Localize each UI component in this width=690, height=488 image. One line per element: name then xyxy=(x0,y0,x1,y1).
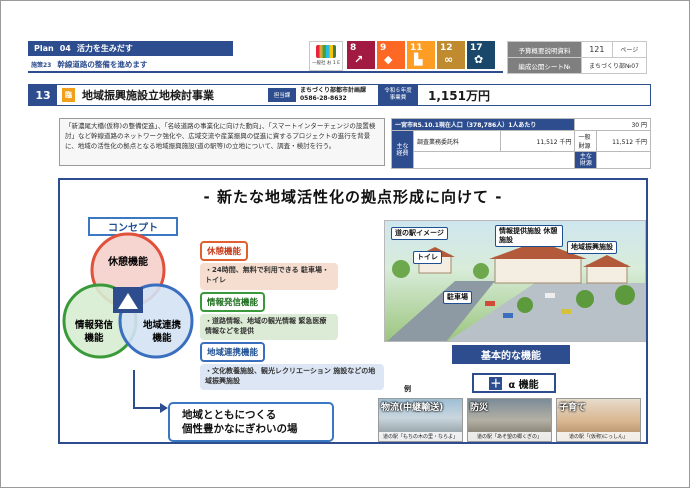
plan-header-bar: Plan 04 活力を生みだす xyxy=(28,41,233,56)
policy-title: 幹線道路の整備を進めます xyxy=(57,60,148,69)
cost-table: 一宮市R5.10.1現在人口（378,786人）1人あたり 30 円 主な経費 … xyxy=(390,118,651,169)
plan-label: Plan xyxy=(34,44,54,53)
budget-amount: 1,151万円 xyxy=(428,88,490,103)
funding-value: 11,512 千円 xyxy=(596,130,651,152)
department-name: まちづくり部都市計画課 xyxy=(300,87,367,94)
illustration-panel: - 新たな地域活性化の拠点形成に向けて - コンセプト 休憩機能 情報発信 機能… xyxy=(58,178,648,444)
project-summary: 「新濃尾大橋(仮称)の整備促進」、「名岐道路の事業化に向けた動向」、「スマートイ… xyxy=(59,118,385,166)
phone-number: 0586-28-8632 xyxy=(300,95,347,102)
plan-title: 活力を生みだす xyxy=(76,44,133,53)
concept-venn-diagram: 休憩機能 情報発信 機能 地域連携 機能 xyxy=(62,232,194,359)
rest-function-title: 休憩機能 xyxy=(200,241,249,261)
sdgs-logo: 一般社 お 1 E xyxy=(309,41,343,71)
slogan-box: 地域とともにつくる 個性豊かなにぎわいの場 xyxy=(168,402,334,442)
plan-number: 04 xyxy=(59,44,71,53)
main-costs-label: 主な経費 xyxy=(391,130,414,169)
project-title-row: 13 臨 地域振興施設立地検討事業 担当課 まちづくり部都市計画課 0586-2… xyxy=(28,84,651,106)
policy-tag: 施策23 xyxy=(31,62,52,69)
example-logistics: 物流(中継輸送) 道の駅「もちの木の里・ならよ」 xyxy=(378,398,463,442)
contact-label: 担当課 xyxy=(268,88,296,102)
population-row: 一宮市R5.10.1現在人口（378,786人）1人あたり xyxy=(390,118,576,131)
scene-promo-label: 地域振興施設 xyxy=(567,241,617,254)
per-person-cost: 30 円 xyxy=(574,118,651,131)
sdg-goal-17-icon: 17 ✿ xyxy=(467,41,495,69)
scene-toilet-label: トイレ xyxy=(413,251,442,264)
venn-info-label-1: 情報発信 xyxy=(74,319,114,331)
scene-parking-label: 駐車場 xyxy=(443,291,472,304)
example-disaster-prevention: 防災 道の駅「あそ望の郷くぎの」 xyxy=(467,398,552,442)
sdg-goal-11-icon: 11 ▙ xyxy=(407,41,435,69)
doc-label: 予算概要説明資料 xyxy=(507,41,582,58)
budget-document-page: Plan 04 活力を生みだす 施策23 幹線道路の整備を進めます 一般社 お … xyxy=(0,0,690,488)
page-unit: ページ xyxy=(611,41,648,58)
link-function-desc: ・文化教養施設、観光レクリエーション 施設などの地域振興施設 xyxy=(200,364,384,390)
info-function-title: 情報発信機能 xyxy=(200,292,266,312)
sdg-goal-8-icon: 8 ↗ xyxy=(347,41,375,69)
contact-info: まちづくり部都市計画課 0586-28-8632 xyxy=(300,87,374,103)
project-badge: 臨 xyxy=(62,88,75,102)
venn-rest-label: 休憩機能 xyxy=(107,255,148,268)
basic-functions-label: 基本的な機能 xyxy=(452,345,570,364)
slogan-line-1: 地域とともにつくる xyxy=(182,409,277,421)
venn-link-label-2: 機能 xyxy=(152,332,172,344)
budget-label: 令和６年度 事業費 xyxy=(378,85,418,105)
project-number: 13 xyxy=(29,85,57,105)
main-funding-label: 主な財源 xyxy=(574,151,598,169)
slogan-line-2: 個性豊かなにぎわいの場 xyxy=(182,423,298,435)
sdg-goal-12-icon: 12 ∞ xyxy=(437,41,465,69)
funding-label: 一般財源 xyxy=(574,130,598,152)
sdgs-wheel-icon xyxy=(316,45,336,58)
reference-table: 予算概要説明資料 121 ページ 編成公開シート№ まちづくり部№07 xyxy=(507,41,648,74)
plus-icon: ＋ xyxy=(489,376,503,390)
header-divider xyxy=(28,71,503,73)
cost-item-label: 調査業務委託料 xyxy=(412,130,502,152)
project-title: 地域振興施設立地検討事業 xyxy=(82,89,214,102)
venn-info-label-2: 機能 xyxy=(84,332,104,344)
alpha-functions-label: ＋ α 機能 xyxy=(472,373,556,393)
rest-function-desc: ・24時間、無料で利用できる 駐車場・トイレ xyxy=(200,263,338,290)
sheet-label: 編成公開シート№ xyxy=(507,57,582,74)
link-function-title: 地域連携機能 xyxy=(200,342,266,362)
venn-link-label-1: 地域連携 xyxy=(143,319,182,331)
page-number: 121 xyxy=(581,41,613,58)
slogan-connector-arrow xyxy=(133,370,168,413)
scene-title: 道の駅イメージ xyxy=(391,227,448,240)
sdg-goal-9-icon: 9 ◆ xyxy=(377,41,405,69)
policy-line: 施策23 幹線道路の整備を進めます xyxy=(31,59,147,70)
panel-title: - 新たな地域活性化の拠点形成に向けて - xyxy=(203,188,503,206)
cost-item-value: 11,512 千円 xyxy=(500,130,576,152)
example-childcare: 子育て 道の駅「(仮称)にっしん」 xyxy=(556,398,641,442)
road-station-illustration: 道の駅イメージ トイレ 情報提供施設 休憩施設 地域振興施設 駐車場 xyxy=(384,220,646,342)
scene-info-label: 情報提供施設 休憩施設 xyxy=(495,225,563,247)
example-label: 例 xyxy=(404,385,411,393)
sdgs-logo-caption: 一般社 お 1 E xyxy=(312,61,340,66)
sheet-value: まちづくり部№07 xyxy=(581,57,647,74)
info-function-desc: ・道路情報、地域の観光情報 緊急医療情報などを提供 xyxy=(200,314,338,340)
